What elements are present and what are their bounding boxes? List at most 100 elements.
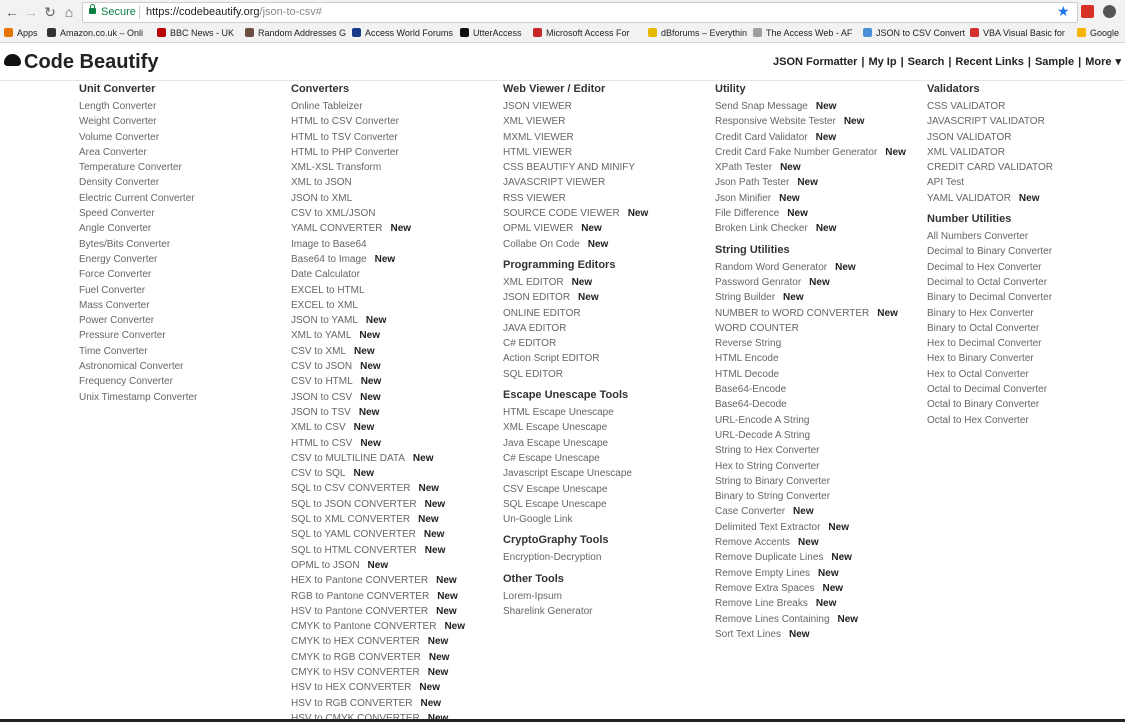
home-icon[interactable]: ⌂ bbox=[60, 3, 78, 21]
menu-link-label[interactable]: HEX to Pantone CONVERTER bbox=[291, 575, 428, 586]
menu-link[interactable]: CSV to XML/JSON bbox=[291, 206, 465, 221]
menu-link-label[interactable]: XML-XSL Transform bbox=[291, 162, 381, 173]
menu-link[interactable]: SQL to JSON CONVERTER New bbox=[291, 497, 465, 512]
menu-link-label[interactable]: JSON EDITOR bbox=[503, 292, 570, 303]
menu-link[interactable]: Date Calculator bbox=[291, 267, 465, 282]
menu-link[interactable]: XML Escape Unescape bbox=[503, 420, 648, 435]
menu-link-label[interactable]: Frequency Converter bbox=[79, 376, 173, 387]
menu-link-label[interactable]: JSON VALIDATOR bbox=[927, 132, 1011, 143]
menu-link[interactable]: CMYK to HEX CONVERTER New bbox=[291, 634, 465, 649]
menu-link-label[interactable]: ONLINE EDITOR bbox=[503, 308, 581, 319]
menu-link-label[interactable]: String to Hex Converter bbox=[715, 445, 820, 456]
menu-link-label[interactable]: Decimal to Hex Converter bbox=[927, 262, 1041, 273]
menu-link-label[interactable]: Binary to Hex Converter bbox=[927, 308, 1034, 319]
menu-link-label[interactable]: Hex to Octal Converter bbox=[927, 369, 1029, 380]
nav-link[interactable]: Recent Links bbox=[955, 56, 1023, 68]
menu-link[interactable]: URL-Encode A String bbox=[715, 413, 906, 428]
menu-link-label[interactable]: File Difference bbox=[715, 208, 779, 219]
menu-link[interactable]: JSON EDITOR New bbox=[503, 290, 648, 305]
menu-link[interactable]: Speed Converter bbox=[79, 206, 197, 221]
menu-link-label[interactable]: Action Script EDITOR bbox=[503, 353, 600, 364]
menu-link-label[interactable]: CMYK to HSV CONVERTER bbox=[291, 667, 420, 678]
menu-link[interactable]: YAML CONVERTER New bbox=[291, 221, 465, 236]
menu-link-label[interactable]: CMYK to RGB CONVERTER bbox=[291, 652, 421, 663]
menu-link[interactable]: HTML VIEWER bbox=[503, 145, 648, 160]
menu-link[interactable]: Remove Lines Containing New bbox=[715, 612, 906, 627]
menu-link[interactable]: API Test bbox=[927, 175, 1053, 190]
menu-link-label[interactable]: EXCEL to HTML bbox=[291, 285, 365, 296]
menu-link[interactable]: XML EDITOR New bbox=[503, 275, 648, 290]
menu-link-label[interactable]: CSV to SQL bbox=[291, 468, 345, 479]
menu-link-label[interactable]: SQL EDITOR bbox=[503, 369, 563, 380]
menu-link[interactable]: Octal to Hex Converter bbox=[927, 413, 1053, 428]
menu-link[interactable]: Credit Card Fake Number Generator New bbox=[715, 145, 906, 160]
menu-link-label[interactable]: XPath Tester bbox=[715, 162, 772, 173]
menu-link-label[interactable]: JSON to YAML bbox=[291, 315, 358, 326]
menu-link-label[interactable]: JAVASCRIPT VALIDATOR bbox=[927, 116, 1045, 127]
menu-link-label[interactable]: YAML CONVERTER bbox=[291, 223, 383, 234]
menu-link-label[interactable]: Base64-Decode bbox=[715, 399, 787, 410]
menu-link[interactable]: String Builder New bbox=[715, 290, 906, 305]
menu-link[interactable]: CREDIT CARD VALIDATOR bbox=[927, 160, 1053, 175]
menu-link-label[interactable]: JAVASCRIPT VIEWER bbox=[503, 177, 605, 188]
menu-link[interactable]: SQL Escape Unescape bbox=[503, 497, 648, 512]
menu-link[interactable]: Javascript Escape Unescape bbox=[503, 466, 648, 481]
menu-link-label[interactable]: C# EDITOR bbox=[503, 338, 556, 349]
menu-link[interactable]: SQL EDITOR bbox=[503, 367, 648, 382]
menu-link[interactable]: Density Converter bbox=[79, 175, 197, 190]
menu-link[interactable]: Unix Timestamp Converter bbox=[79, 390, 197, 405]
menu-link[interactable]: OPML to JSON New bbox=[291, 558, 465, 573]
menu-link[interactable]: Action Script EDITOR bbox=[503, 351, 648, 366]
menu-link-label[interactable]: JSON to XML bbox=[291, 193, 352, 204]
menu-link-label[interactable]: HSV to Pantone CONVERTER bbox=[291, 606, 428, 617]
menu-link[interactable]: Responsive Website Tester New bbox=[715, 114, 906, 129]
menu-link[interactable]: HTML Decode bbox=[715, 367, 906, 382]
menu-link[interactable]: Collabe On Code New bbox=[503, 237, 648, 252]
menu-link[interactable]: Sharelink Generator bbox=[503, 604, 648, 619]
menu-link-label[interactable]: HTML Encode bbox=[715, 353, 779, 364]
menu-link[interactable]: Json Path Tester New bbox=[715, 175, 906, 190]
menu-link[interactable]: Hex to Binary Converter bbox=[927, 351, 1053, 366]
menu-link[interactable]: HSV to Pantone CONVERTER New bbox=[291, 604, 465, 619]
menu-link[interactable]: SQL to HTML CONVERTER New bbox=[291, 543, 465, 558]
menu-link-label[interactable]: CMYK to Pantone CONVERTER bbox=[291, 621, 436, 632]
menu-link-label[interactable]: SQL to JSON CONVERTER bbox=[291, 499, 417, 510]
menu-link[interactable]: Frequency Converter bbox=[79, 374, 197, 389]
menu-link[interactable]: Send Snap Message New bbox=[715, 99, 906, 114]
menu-link[interactable]: HEX to Pantone CONVERTER New bbox=[291, 573, 465, 588]
bookmark-item[interactable]: Microsoft Access For bbox=[533, 27, 630, 39]
menu-link-label[interactable]: Remove Lines Containing bbox=[715, 614, 830, 625]
menu-link[interactable]: JSON to TSV New bbox=[291, 405, 465, 420]
menu-link-label[interactable]: HTML to TSV Converter bbox=[291, 132, 398, 143]
menu-link-label[interactable]: Image to Base64 bbox=[291, 239, 367, 250]
menu-link-label[interactable]: MXML VIEWER bbox=[503, 132, 574, 143]
menu-link[interactable]: CSV Escape Unescape bbox=[503, 482, 648, 497]
menu-link-label[interactable]: Delimited Text Extractor bbox=[715, 522, 820, 533]
menu-link-label[interactable]: Collabe On Code bbox=[503, 239, 580, 250]
menu-link[interactable]: XML-XSL Transform bbox=[291, 160, 465, 175]
menu-link-label[interactable]: Encryption-Decryption bbox=[503, 552, 601, 563]
menu-link-label[interactable]: Credit Card Fake Number Generator bbox=[715, 147, 877, 158]
menu-link[interactable]: Power Converter bbox=[79, 313, 197, 328]
bookmark-item[interactable]: UtterAccess bbox=[460, 27, 522, 39]
menu-link-label[interactable]: Temperature Converter bbox=[79, 162, 182, 173]
menu-link[interactable]: HTML to CSV Converter bbox=[291, 114, 465, 129]
menu-link[interactable]: OPML VIEWER New bbox=[503, 221, 648, 236]
menu-link[interactable]: Angle Converter bbox=[79, 221, 197, 236]
menu-link-label[interactable]: All Numbers Converter bbox=[927, 231, 1028, 242]
menu-link-label[interactable]: Pressure Converter bbox=[79, 330, 166, 341]
menu-link-label[interactable]: Remove Duplicate Lines bbox=[715, 552, 823, 563]
menu-link[interactable]: Weight Converter bbox=[79, 114, 197, 129]
menu-link-label[interactable]: XML VIEWER bbox=[503, 116, 565, 127]
menu-link[interactable]: XML to CSV New bbox=[291, 420, 465, 435]
menu-link[interactable]: Decimal to Octal Converter bbox=[927, 275, 1053, 290]
menu-link-label[interactable]: XML to YAML bbox=[291, 330, 351, 341]
menu-link-label[interactable]: Json Minifier bbox=[715, 193, 771, 204]
menu-link[interactable]: HTML to TSV Converter bbox=[291, 130, 465, 145]
menu-link[interactable]: CSV to XML New bbox=[291, 344, 465, 359]
menu-link-label[interactable]: Case Converter bbox=[715, 506, 785, 517]
menu-link[interactable]: Sort Text Lines New bbox=[715, 627, 906, 642]
menu-link[interactable]: Case Converter New bbox=[715, 504, 906, 519]
menu-link-label[interactable]: Reverse String bbox=[715, 338, 781, 349]
menu-link-label[interactable]: Octal to Decimal Converter bbox=[927, 384, 1047, 395]
